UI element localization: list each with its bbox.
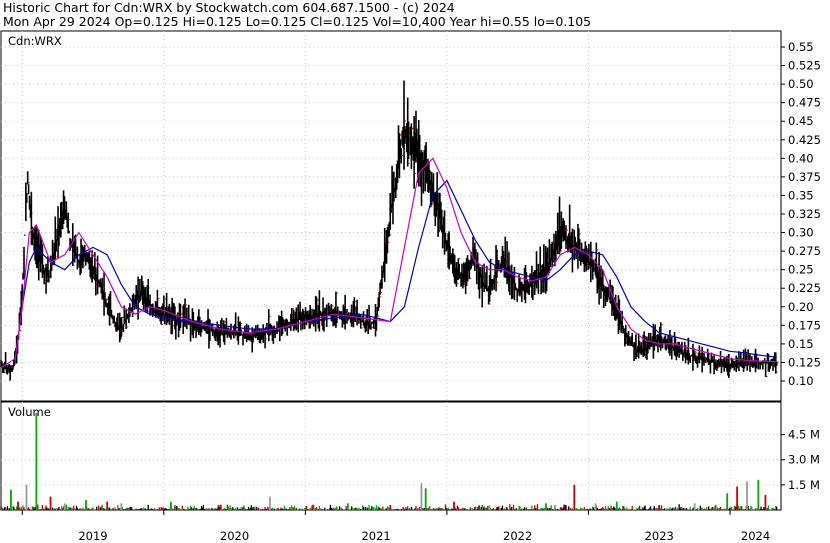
price-volume-chart: 0.55 0.525 0.50 0.475 0.45 0.425 0.40 0.375 0.35…	[0, 30, 821, 543]
x-tick-label: 2024	[741, 529, 770, 543]
price-tick-label: 0.525	[788, 59, 821, 73]
price-tick-label: 0.20	[788, 300, 814, 314]
x-tick-label: 2023	[645, 529, 674, 543]
x-tick-label: 2019	[78, 529, 107, 543]
price-tick-label: 0.15	[788, 337, 814, 351]
price-tick-label: 0.10	[788, 374, 814, 388]
x-tick-label: 2020	[220, 529, 249, 543]
price-tick-label: 0.425	[788, 133, 821, 147]
price-tick-label: 0.30	[788, 226, 814, 240]
price-tick-label: 0.225	[788, 281, 821, 295]
price-tick-label: 0.475	[788, 96, 821, 110]
volume-tick-label: 4.5 M	[788, 428, 820, 442]
price-legend-label: Cdn:WRX	[8, 34, 62, 48]
price-tick-label: 0.125	[788, 355, 821, 369]
volume-tick-label: 3.0 M	[788, 453, 820, 467]
price-axis-ticks: 0.55 0.525 0.50 0.475 0.45 0.425 0.40 0.375 0.35…	[781, 40, 821, 388]
price-tick-label: 0.40	[788, 151, 814, 165]
price-tick-label: 0.275	[788, 244, 821, 258]
price-tick-label: 0.325	[788, 207, 821, 221]
price-tick-label: 0.55	[788, 40, 814, 54]
x-axis-ticks: 2019 2020 2021 2022 2023 2024	[21, 510, 770, 543]
volume-legend-label: Volume	[8, 405, 51, 419]
price-tick-label: 0.50	[788, 77, 814, 91]
price-tick-label: 0.45	[788, 114, 814, 128]
volume-panel	[0, 401, 782, 511]
x-tick-label: 2021	[361, 529, 390, 543]
chart-stage: Historic Chart for Cdn:WRX by Stockwatch…	[0, 0, 830, 543]
price-tick-label: 0.375	[788, 170, 821, 184]
price-tick-label: 0.25	[788, 263, 814, 277]
price-tick-label: 0.175	[788, 318, 821, 332]
x-tick-label: 2022	[503, 529, 532, 543]
price-tick-label: 0.35	[788, 188, 814, 202]
volume-axis-ticks: 4.5 M 3.0 M 1.5 M	[781, 428, 820, 492]
volume-tick-label: 1.5 M	[788, 478, 820, 492]
